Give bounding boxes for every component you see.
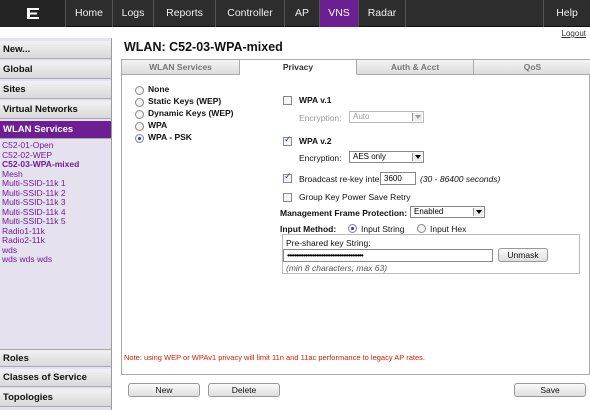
tab-wlan-services[interactable]: WLAN Services	[122, 60, 240, 75]
rekey-checkbox[interactable]	[283, 172, 292, 183]
input-string-label: Input String	[361, 224, 405, 234]
wpa-v1-encryption-select[interactable]: Auto	[349, 111, 424, 123]
new-button[interactable]: New	[128, 383, 200, 397]
mfp-value: Enabled	[414, 207, 444, 216]
mode-wpa-label: WPA	[148, 120, 168, 130]
wlan-link[interactable]: wds wds wds	[2, 254, 110, 265]
wpa-v1-label: WPA v.1	[299, 95, 332, 105]
rekey-interval-input[interactable]: 3600	[380, 172, 416, 185]
mode-wpa-psk-radio[interactable]	[135, 134, 144, 143]
mode-wpa-psk-label: WPA - PSK	[148, 132, 192, 142]
wpa-v2-checkbox[interactable]	[283, 135, 292, 146]
wpa-v2-encryption-value: AES only	[353, 152, 386, 161]
delete-button[interactable]: Delete	[208, 383, 280, 397]
psk-input[interactable]: ••••••••••••••••••••••••••••••••••••••••…	[283, 249, 493, 262]
mode-dynamic-wep-label: Dynamic Keys (WEP)	[148, 108, 234, 118]
sidebar-item-global[interactable]: Global	[0, 61, 111, 79]
wpa-v2-label: WPA v.2	[299, 136, 332, 146]
wpa-v1-encryption-value: Auto	[353, 112, 370, 121]
mode-none-radio[interactable]	[135, 86, 144, 95]
nav-logs[interactable]: Logs	[113, 0, 154, 27]
mode-static-wep-label: Static Keys (WEP)	[148, 96, 222, 106]
input-hex-radio[interactable]	[417, 224, 426, 233]
sidebar-item-roles[interactable]: Roles	[0, 349, 111, 367]
sidebar-item-classes-of-service[interactable]: Classes of Service	[0, 369, 111, 387]
privacy-warning-note: Note: using WEP or WPAv1 privacy will li…	[124, 353, 425, 362]
wpa-v2-encryption-select[interactable]: AES only	[349, 151, 424, 163]
psk-label: Pre-shared key String:	[286, 238, 371, 248]
nav-help[interactable]: Help	[543, 0, 590, 27]
nav-radar[interactable]: Radar	[359, 0, 406, 27]
nav-vns[interactable]: VNS	[320, 0, 359, 27]
input-string-radio[interactable]	[348, 224, 357, 233]
mode-wpa-radio[interactable]	[135, 122, 144, 131]
sidebar-item-topologies[interactable]: Topologies	[0, 389, 111, 407]
tab-qos[interactable]: QoS	[474, 60, 590, 75]
chevron-down-icon	[473, 208, 483, 216]
nav-ap[interactable]: AP	[285, 0, 320, 27]
wlan-service-list: C52-01-Open C52-02-WEP C52-03-WPA-mixed …	[2, 140, 110, 265]
sidebar-item-virtual-networks[interactable]: Virtual Networks	[0, 101, 111, 119]
chevron-down-icon	[412, 113, 422, 121]
chevron-down-icon	[412, 153, 422, 161]
tab-auth-acct[interactable]: Auth & Acct	[357, 60, 474, 75]
input-hex-label: Input Hex	[430, 224, 467, 234]
nav-reports[interactable]: Reports	[154, 0, 216, 27]
tab-privacy[interactable]: Privacy	[240, 60, 357, 75]
psk-hint: (min 8 characters; max 63)	[286, 263, 388, 273]
group-key-retry-label: Group Key Power Save Retry	[299, 192, 411, 202]
top-nav-bar: Home Logs Reports Controller AP VNS Rada…	[0, 0, 590, 27]
wlan-link[interactable]: Radio2-11k	[2, 235, 110, 246]
nav-home[interactable]: Home	[66, 0, 113, 27]
mfp-select[interactable]: Enabled	[410, 206, 485, 218]
mfp-label: Management Frame Protection:	[280, 208, 408, 218]
sidebar-item-sites[interactable]: Sites	[0, 81, 111, 99]
nav-controller[interactable]: Controller	[216, 0, 285, 27]
brand-logo-icon	[27, 8, 39, 19]
input-method-label: Input Method:	[280, 224, 337, 234]
group-key-retry-checkbox[interactable]	[283, 193, 292, 202]
sidebar-item-wlan-services[interactable]: WLAN Services	[0, 121, 111, 139]
wpa-v2-encryption-label: Encryption:	[299, 153, 342, 163]
page-title: WLAN: C52-03-WPA-mixed	[124, 40, 283, 54]
wpa-v1-encryption-label: Encryption:	[299, 113, 342, 123]
mode-static-wep-radio[interactable]	[135, 98, 144, 107]
logout-link[interactable]: Logout	[562, 29, 586, 38]
rekey-hint: (30 - 86400 seconds)	[420, 174, 501, 184]
mode-none-label: None	[148, 84, 170, 94]
sidebar: New... Global Sites Virtual Networks WLA…	[0, 38, 112, 410]
unmask-button[interactable]: Unmask	[498, 248, 548, 262]
sidebar-item-new[interactable]: New...	[0, 41, 111, 59]
mode-dynamic-wep-radio[interactable]	[135, 110, 144, 119]
save-button[interactable]: Save	[514, 383, 586, 397]
logo	[0, 0, 66, 27]
wpa-v1-checkbox[interactable]	[283, 96, 292, 105]
